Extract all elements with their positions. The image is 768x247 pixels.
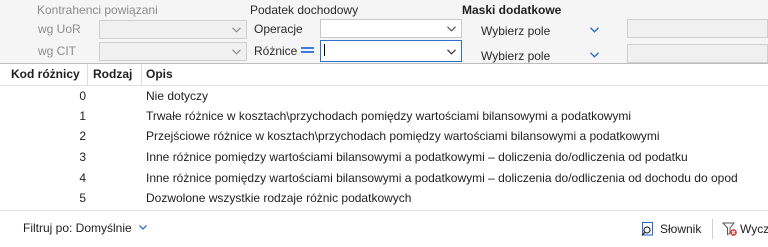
text-caret — [324, 44, 325, 56]
footer-divider — [712, 219, 713, 239]
chevron-down-icon[interactable] — [588, 47, 600, 62]
clear-filter-icon — [722, 222, 737, 236]
cell-opis: Inne różnice pomiędzy wartościami bilans… — [146, 150, 688, 164]
cell-opis: Inne różnice pomiędzy wartościami bilans… — [146, 171, 738, 185]
form-panel: Kontrahenci powiązani Podatek dochodowy … — [0, 0, 768, 64]
cit-combo[interactable] — [99, 42, 247, 61]
mask-field-2[interactable]: Wybierz pole — [481, 49, 550, 63]
cell-opis: Nie dotyczy — [146, 89, 209, 103]
cell-opis: Trwałe różnice w kosztach\przychodach po… — [146, 109, 632, 123]
equals-icon[interactable] — [301, 47, 314, 57]
chevron-down-icon[interactable] — [139, 225, 147, 230]
cell-kod: 0 — [79, 89, 86, 103]
column-opis[interactable]: Opis — [146, 64, 173, 85]
uor-combo[interactable] — [99, 20, 247, 39]
uor-label: wg UoR — [38, 22, 81, 36]
column-divider[interactable] — [87, 64, 88, 85]
cell-opis: Dozwolone wszystkie rodzaje różnic podat… — [146, 191, 412, 205]
cell-kod: 1 — [79, 109, 86, 123]
mask-field-1[interactable]: Wybierz pole — [481, 24, 550, 38]
cell-opis: Przejściowe różnice w kosztach\przychoda… — [146, 129, 660, 143]
cell-kod: 3 — [79, 150, 86, 164]
differences-combo[interactable] — [320, 40, 462, 62]
dropdown-footer: Filtruj po: Domyślnie Słownik Wycz — [0, 210, 768, 247]
operations-combo[interactable] — [320, 19, 462, 38]
clear-filter-button[interactable]: Wycz — [722, 219, 768, 239]
table-row[interactable]: 0 Nie dotyczy — [0, 86, 768, 107]
filter-dropdown[interactable]: Filtruj po: Domyślnie — [23, 221, 132, 235]
cit-label: wg CIT — [38, 44, 77, 58]
mask-value-1[interactable] — [627, 19, 768, 38]
section-masks-title: Maski dodatkowe — [462, 3, 562, 17]
chevron-down-icon[interactable] — [445, 44, 457, 59]
cell-kod: 5 — [79, 191, 86, 205]
cell-kod: 2 — [79, 129, 86, 143]
table-row[interactable]: 2 Przejściowe różnice w kosztach\przycho… — [0, 126, 768, 147]
table-row[interactable]: 5 Dozwolone wszystkie rodzaje różnic pod… — [0, 188, 768, 209]
column-kod[interactable]: Kod różnicy — [11, 64, 80, 85]
column-rodzaj[interactable]: Rodzaj — [93, 64, 132, 85]
dictionary-button[interactable]: Słownik — [640, 219, 701, 239]
table-row[interactable]: 4 Inne różnice pomiędzy wartościami bila… — [0, 168, 768, 189]
chevron-down-icon[interactable] — [588, 22, 600, 37]
dictionary-label: Słownik — [660, 222, 702, 236]
table-row[interactable]: 3 Inne różnice pomiędzy wartościami bila… — [0, 147, 768, 168]
section-tax-title: Podatek dochodowy — [250, 3, 359, 17]
differences-dropdown: Kod różnicy Rodzaj Opis 0 Nie dotyczy 1 … — [0, 63, 768, 247]
chevron-down-icon — [230, 44, 242, 59]
operations-label: Operacje — [254, 22, 303, 36]
column-divider[interactable] — [141, 64, 142, 85]
dictionary-search-icon — [641, 221, 654, 236]
table-row[interactable]: 1 Trwałe różnice w kosztach\przychodach … — [0, 106, 768, 127]
cell-kod: 4 — [79, 171, 86, 185]
differences-label: Różnice — [254, 44, 298, 58]
chevron-down-icon — [445, 21, 457, 36]
chevron-down-icon — [230, 22, 242, 37]
clear-label: Wycz — [740, 222, 768, 236]
table-header: Kod różnicy Rodzaj Opis — [0, 64, 768, 86]
section-related-title: Kontrahenci powiązani — [37, 3, 158, 17]
mask-value-2[interactable] — [627, 44, 768, 63]
